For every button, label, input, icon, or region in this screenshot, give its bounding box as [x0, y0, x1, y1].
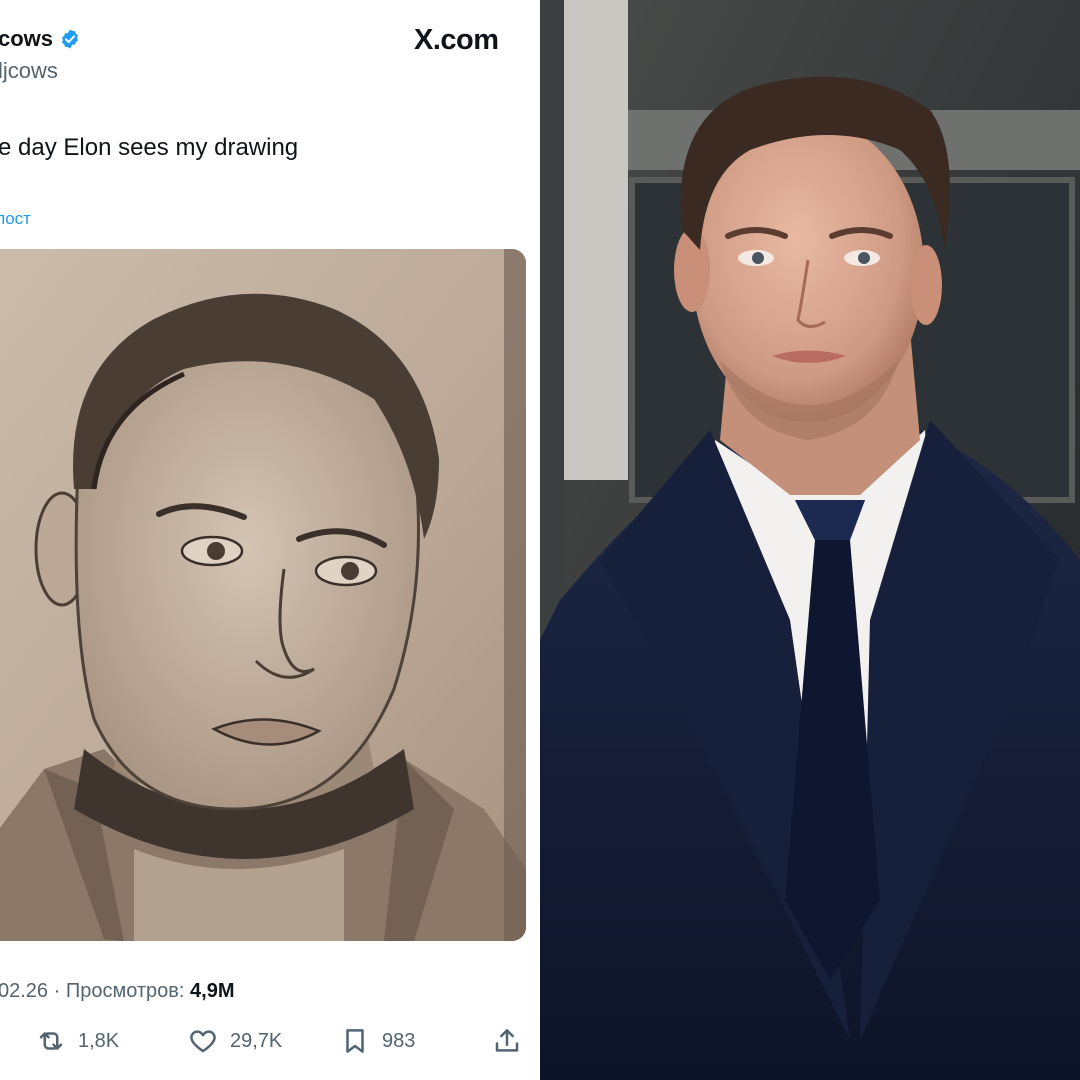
retweet-button[interactable]: 1,8K	[36, 1026, 119, 1056]
x-logo-text: X.com	[414, 24, 499, 56]
bookmark-icon	[346, 1029, 364, 1053]
meta-separator: ·	[48, 980, 66, 1002]
photo-illustration	[540, 0, 1080, 1080]
tweet-card: cows ljcows X.com e day Elon sees my dra…	[0, 0, 540, 1080]
pencil-portrait-drawing	[0, 249, 526, 941]
share-icon	[495, 1029, 519, 1052]
tweet-meta: 02.26 · Просмотров: 4,9M	[0, 980, 235, 1003]
retweet-icon	[39, 1032, 63, 1050]
tweet-text: e day Elon sees my drawing	[0, 134, 299, 161]
author-handle[interactable]: ljcows	[0, 58, 58, 84]
author-row[interactable]: cows	[0, 26, 81, 52]
translate-post-link[interactable]: пост	[0, 209, 31, 229]
views-count: 4,9M	[190, 980, 235, 1002]
retweet-count: 1,8K	[78, 1029, 120, 1052]
views-label: Просмотров:	[65, 980, 191, 1002]
bookmark-button[interactable]: 983	[340, 1026, 415, 1056]
man-in-navy-suit-photo	[540, 0, 1080, 1080]
like-count: 29,7K	[230, 1029, 283, 1052]
share-button[interactable]	[492, 1026, 534, 1056]
author-display-name[interactable]: cows	[0, 26, 53, 52]
like-button[interactable]: 29,7K	[188, 1026, 282, 1056]
heart-icon	[190, 1030, 216, 1053]
tweet-date[interactable]: 02.26	[0, 980, 48, 1002]
bookmark-count: 983	[382, 1029, 416, 1052]
tweet-media-image[interactable]	[0, 249, 526, 941]
tweet-actions: 1,8K 29,7K 983	[0, 1026, 540, 1066]
verified-badge-icon	[62, 29, 79, 49]
